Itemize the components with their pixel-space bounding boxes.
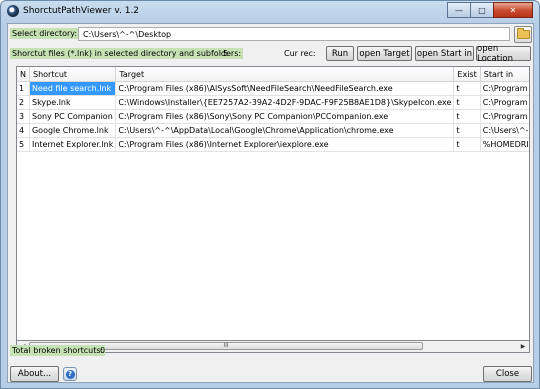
table-row[interactable]: 1 Need file search.lnk C:\Program Files … (17, 81, 529, 96)
shortcut-cell[interactable]: Sony PC Companion (29, 109, 117, 124)
help-icon: ? (65, 369, 75, 379)
shortcut-cell[interactable]: Need file search.lnk (29, 81, 117, 96)
row-number: 2 (17, 95, 31, 110)
close-button[interactable]: Close (483, 366, 532, 382)
target-cell[interactable]: C:\Users\^-^\AppData\Local\Google\Chrome… (115, 123, 455, 138)
open-start-in-button[interactable]: open Start in (415, 46, 474, 61)
target-cell[interactable]: C:\Program Files (x86)\AlSysSoft\NeedFil… (115, 81, 455, 96)
maximize-icon: □ (478, 5, 486, 15)
maximize-button[interactable]: □ (470, 2, 494, 18)
table-row[interactable]: 2 Skype.lnk C:\Windows\Installer\{EE7257… (17, 95, 529, 110)
row-number: 3 (17, 109, 31, 124)
folder-icon (516, 28, 530, 39)
files-info-label: Shorctut files (*.lnk) in selected direc… (10, 48, 244, 59)
directory-input[interactable]: C:\Users\^-^\Desktop (78, 27, 510, 41)
main-panel: Select directory: C:\Users\^-^\Desktop S… (7, 23, 534, 383)
minimize-icon: — (455, 5, 463, 15)
about-button[interactable]: About... (10, 366, 59, 382)
column-header-exist[interactable]: Exist (453, 67, 481, 82)
column-header-start-in[interactable]: Start in (480, 67, 529, 82)
broken-shortcuts-label: Total broken shortcuts: (10, 345, 106, 356)
exist-cell[interactable]: t (453, 95, 481, 110)
browse-folder-button[interactable] (514, 26, 532, 43)
start-in-cell[interactable]: C:\Program Files (x86)\Sony\Sony PC Comp… (480, 109, 529, 124)
files-count: 5 (223, 49, 229, 58)
scroll-right-icon[interactable]: ▶ (517, 341, 529, 352)
close-window-button[interactable]: ✕ (493, 2, 533, 18)
exist-cell[interactable]: t (453, 81, 481, 96)
row-number: 5 (17, 137, 31, 152)
table-row[interactable]: 4 Google Chrome.lnk C:\Users\^-^\AppData… (17, 123, 529, 138)
cur-rec-label: Cur rec: (284, 49, 316, 58)
target-cell[interactable]: C:\Program Files (x86)\Internet Explorer… (115, 137, 455, 152)
start-in-cell[interactable]: C:\Program Files (x86)\Skype\ (480, 95, 529, 110)
shortcuts-grid: N Shortcut Target Exist Start in 1 Need … (17, 67, 529, 152)
help-button[interactable]: ? (63, 367, 77, 381)
column-header-n[interactable]: N (17, 67, 31, 82)
close-icon: ✕ (509, 5, 517, 15)
open-location-button[interactable]: open Location (476, 44, 531, 64)
row-number: 1 (17, 81, 31, 96)
app-window: ShorctutPathViewer v. 1.2 — □ ✕ Select d… (0, 0, 540, 389)
target-cell[interactable]: C:\Program Files (x86)\Sony\Sony PC Comp… (115, 109, 455, 124)
start-in-cell[interactable]: C:\Users\^-^\AppData\Local\Google\Chrome… (480, 123, 529, 138)
table-header: N Shortcut Target Exist Start in (17, 67, 529, 82)
exist-cell[interactable]: t (453, 109, 481, 124)
broken-shortcuts-count: 0 (100, 346, 106, 355)
select-directory-label: Select directory: (10, 28, 80, 39)
start-in-cell[interactable]: %HOMEDRIVE%%HOMEPATH% (480, 137, 529, 152)
open-target-button[interactable]: open Target (357, 46, 412, 61)
start-in-cell[interactable]: C:\Program Files (x86)\AlSysSoft\NeedFil… (480, 81, 529, 96)
table-row[interactable]: 5 Internet Explorer.lnk C:\Program Files… (17, 137, 529, 152)
target-cell[interactable]: C:\Windows\Installer\{EE7257A2-39A2-4D2F… (115, 95, 455, 110)
row-number: 4 (17, 123, 31, 138)
window-title: ShorctutPathViewer v. 1.2 (23, 6, 140, 16)
app-icon (7, 5, 19, 17)
run-button[interactable]: Run (326, 46, 354, 61)
shortcut-cell[interactable]: Google Chrome.lnk (29, 123, 117, 138)
column-header-shortcut[interactable]: Shortcut (29, 67, 117, 82)
shortcuts-table[interactable]: N Shortcut Target Exist Start in 1 Need … (16, 66, 530, 341)
title-bar[interactable]: ShorctutPathViewer v. 1.2 — □ ✕ (1, 1, 539, 23)
exist-cell[interactable]: t (453, 137, 481, 152)
table-row[interactable]: 3 Sony PC Companion C:\Program Files (x8… (17, 109, 529, 124)
shortcut-cell[interactable]: Skype.lnk (29, 95, 117, 110)
shortcut-cell[interactable]: Internet Explorer.lnk (29, 137, 117, 152)
minimize-button[interactable]: — (447, 2, 471, 18)
exist-cell[interactable]: t (453, 123, 481, 138)
column-header-target[interactable]: Target (115, 67, 455, 82)
